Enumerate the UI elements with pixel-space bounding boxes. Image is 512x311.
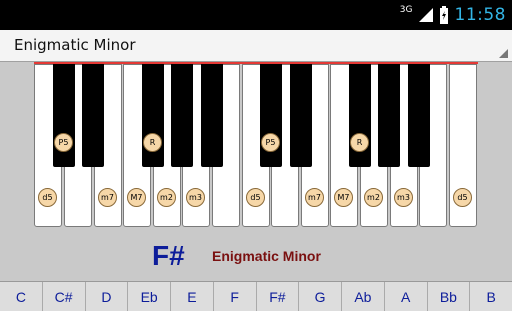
interval-marker: m3 bbox=[394, 188, 413, 207]
interval-marker: M7 bbox=[127, 188, 146, 207]
black-key[interactable] bbox=[378, 64, 400, 167]
black-key[interactable] bbox=[82, 64, 104, 167]
battery-icon bbox=[439, 6, 448, 24]
interval-marker: R bbox=[350, 133, 369, 152]
root-note-label: F# bbox=[152, 240, 185, 271]
interval-marker: P5 bbox=[261, 133, 280, 152]
black-key[interactable] bbox=[408, 64, 430, 167]
interval-marker: R bbox=[143, 133, 162, 152]
note-button-f-sharp[interactable]: F# bbox=[257, 282, 300, 311]
interval-marker: P5 bbox=[54, 133, 73, 152]
black-key[interactable] bbox=[290, 64, 312, 167]
note-button-f[interactable]: F bbox=[214, 282, 257, 311]
interval-marker: M7 bbox=[334, 188, 353, 207]
interval-marker: m3 bbox=[186, 188, 205, 207]
interval-marker: m2 bbox=[157, 188, 176, 207]
root-note-selector: C C# D Eb E F F# G Ab A Bb B bbox=[0, 281, 512, 311]
interval-marker: m7 bbox=[305, 188, 324, 207]
note-button-d[interactable]: D bbox=[86, 282, 129, 311]
note-button-a-flat[interactable]: Ab bbox=[342, 282, 385, 311]
selected-scale: Enigmatic Minor bbox=[14, 36, 136, 54]
note-button-e-flat[interactable]: Eb bbox=[128, 282, 171, 311]
note-button-g[interactable]: G bbox=[299, 282, 342, 311]
clock: 11:58 bbox=[454, 5, 506, 25]
interval-marker: m7 bbox=[98, 188, 117, 207]
interval-marker: d5 bbox=[246, 188, 265, 207]
scale-name-label: Enigmatic Minor bbox=[212, 248, 321, 264]
note-button-c-sharp[interactable]: C# bbox=[43, 282, 86, 311]
network-type: 3G bbox=[399, 4, 413, 15]
note-button-e[interactable]: E bbox=[171, 282, 214, 311]
interval-marker: d5 bbox=[453, 188, 472, 207]
scale-dropdown[interactable]: Enigmatic Minor bbox=[0, 30, 512, 62]
note-button-b[interactable]: B bbox=[470, 282, 512, 311]
interval-marker: d5 bbox=[38, 188, 57, 207]
note-button-b-flat[interactable]: Bb bbox=[428, 282, 471, 311]
note-button-a[interactable]: A bbox=[385, 282, 428, 311]
dropdown-caret-icon bbox=[499, 49, 508, 58]
black-key[interactable] bbox=[171, 64, 193, 167]
black-key[interactable] bbox=[201, 64, 223, 167]
status-bar: 3G 11:58 bbox=[0, 0, 512, 30]
note-button-c[interactable]: C bbox=[0, 282, 43, 311]
signal-icon bbox=[418, 8, 433, 22]
interval-marker: m2 bbox=[364, 188, 383, 207]
